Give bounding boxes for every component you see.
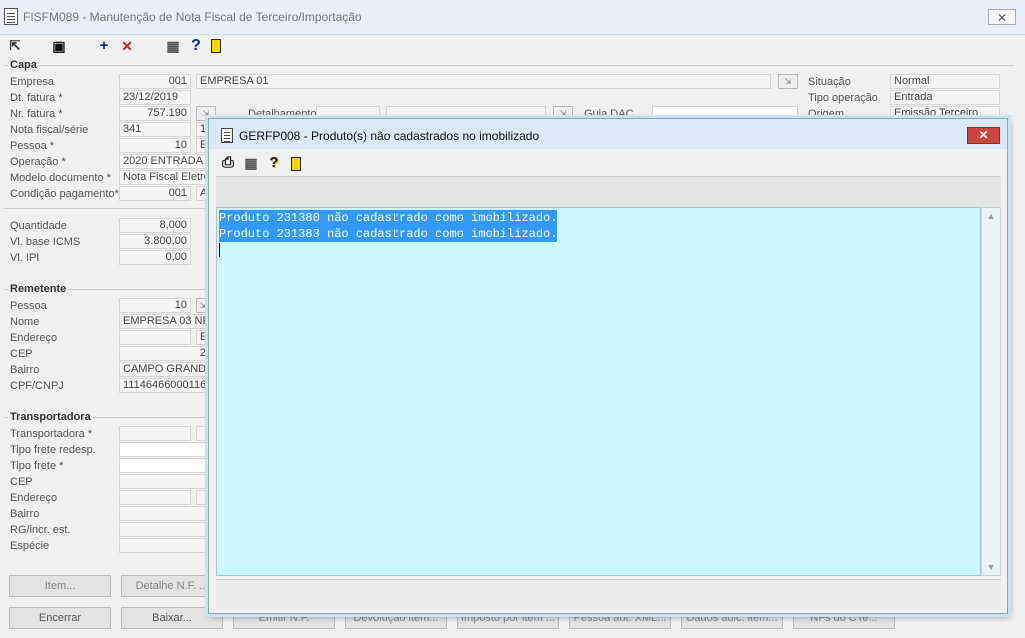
remetente-nome-field: EMPRESA 03 NFC xyxy=(119,314,210,329)
exit-icon[interactable]: ▯ xyxy=(291,157,301,171)
vl-base-icms-field: 3.800,00 xyxy=(119,234,191,249)
tipo-operacao-field: Entrada xyxy=(890,90,1000,105)
remetente-cep-label: CEP xyxy=(10,348,33,360)
empresa-label: Empresa xyxy=(10,76,55,88)
transportadora-label: Transportadora * xyxy=(10,428,93,440)
scroll-up-icon[interactable]: ▲ xyxy=(982,211,1000,221)
window-title: FISFM089 - Manutenção de Nota Fiscal de … xyxy=(23,10,362,24)
dialog-status-bar xyxy=(216,579,1001,609)
dialog-close-button[interactable]: ✕ xyxy=(967,127,1000,144)
main-title-bar: FISFM089 - Manutenção de Nota Fiscal de … xyxy=(0,0,1025,35)
situacao-label: Situação xyxy=(808,76,851,88)
delete-icon[interactable]: ✕ xyxy=(118,37,136,55)
empresa-code-field[interactable]: 001 xyxy=(119,74,191,89)
operacao-label: Operação * xyxy=(10,156,66,168)
transportadora-field[interactable] xyxy=(119,426,191,441)
nota-fiscal-field[interactable]: 341 xyxy=(119,122,191,137)
remetente-cpf-field: 11146466000116 xyxy=(119,378,210,393)
remetente-endereco-label: Endereço xyxy=(10,332,58,344)
scroll-down-icon[interactable]: ▼ xyxy=(982,562,1000,572)
remetente-pessoa-field[interactable]: 10 xyxy=(119,298,191,313)
document-icon xyxy=(221,128,233,143)
dialog-header-panel xyxy=(216,176,1001,207)
transportadora-title: Transportadora xyxy=(8,411,93,423)
empresa-lookup-button[interactable]: ⇲ xyxy=(778,74,798,89)
transp-cep-field xyxy=(119,474,210,489)
modelo-documento-label: Modelo documento * xyxy=(10,172,111,184)
nr-fatura-label: Nr. fatura * xyxy=(10,108,63,120)
item-button[interactable]: Item... xyxy=(9,575,111,597)
products-not-registered-dialog: GERFP008 - Produto(s) não cadastrados no… xyxy=(208,118,1008,614)
operacao-field[interactable]: 2020 ENTRADA N xyxy=(119,154,210,169)
save-icon[interactable]: ▣ xyxy=(50,37,68,55)
remetente-endereco-field xyxy=(119,330,191,345)
help-icon[interactable]: ? xyxy=(187,37,205,55)
transp-bairro-label: Bairro xyxy=(10,508,40,520)
message-line: Produto 231383 não cadastrado como imobi… xyxy=(219,226,558,242)
tipo-frete-field[interactable] xyxy=(119,458,210,473)
tipo-frete-redesp-label: Tipo frete redesp. xyxy=(10,444,96,456)
message-textarea[interactable]: Produto 231380 não cadastrado como imobi… xyxy=(216,207,981,576)
empresa-name-field[interactable]: EMPRESA 01 xyxy=(196,74,771,89)
open-icon[interactable]: ⇱ xyxy=(6,37,24,55)
remetente-pessoa-label: Pessoa xyxy=(10,300,47,312)
transp-endereco-label: Endereço xyxy=(10,492,58,504)
text-caret xyxy=(219,243,220,257)
dt-fatura-label: Dt. fatura * xyxy=(10,92,63,104)
main-toolbar: ⇱ ▣ + ✕ ▦ ? ▯ xyxy=(0,35,1025,57)
remetente-cep-field: 2 xyxy=(119,346,210,361)
help-icon[interactable]: ? xyxy=(265,154,283,172)
remetente-nome-label: Nome xyxy=(10,316,40,328)
dialog-title-bar: GERFP008 - Produto(s) não cadastrados no… xyxy=(209,119,1007,149)
tipo-frete-label: Tipo frete * xyxy=(10,460,64,472)
transp-bairro-field xyxy=(119,506,210,521)
tipo-frete-redesp-field[interactable] xyxy=(119,442,210,457)
remetente-cpf-label: CPF/CNPJ xyxy=(10,380,64,392)
condicao-pagamento-field[interactable]: 001 xyxy=(119,186,191,201)
vl-ipi-field: 0,00 xyxy=(119,250,191,265)
transp-especie-label: Espécie xyxy=(10,540,50,552)
dt-fatura-field[interactable]: 23/12/2019 xyxy=(119,90,191,105)
quantidade-label: Quantidade xyxy=(10,220,67,232)
transp-rg-field xyxy=(119,522,210,537)
calendar-icon[interactable]: ▦ xyxy=(242,154,260,172)
dialog-toolbar: ⎙ ▦ ? ▯ xyxy=(209,149,1007,176)
transp-rg-label: RG/incr. est. xyxy=(10,524,71,536)
print-icon[interactable]: ⎙ xyxy=(219,154,237,172)
message-scrollbar[interactable]: ▲ ▼ xyxy=(981,207,1001,576)
nota-fiscal-label: Nota fiscal/série xyxy=(10,124,89,136)
nr-fatura-field[interactable]: 757.190 xyxy=(119,106,191,121)
quantidade-field: 8,000 xyxy=(119,218,191,233)
remetente-title: Remetente xyxy=(8,283,69,295)
pessoa-label: Pessoa * xyxy=(10,140,55,152)
remetente-bairro-field: CAMPO GRANDE xyxy=(119,362,210,377)
window-close-button[interactable]: ⨯ xyxy=(988,9,1016,25)
totals-divider xyxy=(4,208,209,209)
vl-base-icms-label: Vl. base ICMS xyxy=(10,236,81,248)
capa-title: Capa xyxy=(8,59,39,71)
message-line: Produto 231380 não cadastrado como imobi… xyxy=(219,210,558,226)
document-icon xyxy=(4,8,18,25)
exit-icon[interactable]: ▯ xyxy=(211,39,221,53)
tipo-operacao-label: Tipo operação xyxy=(808,92,878,104)
capa-divider xyxy=(4,65,1014,66)
remetente-bairro-label: Bairro xyxy=(10,364,40,376)
transp-cep-label: CEP xyxy=(10,476,33,488)
transp-especie-field xyxy=(119,538,210,553)
transp-endereco-field xyxy=(119,490,191,505)
dialog-title: GERFP008 - Produto(s) não cadastrados no… xyxy=(239,129,540,143)
pessoa-field[interactable]: 10 xyxy=(119,138,191,153)
modelo-documento-field[interactable]: Nota Fiscal Eletrô xyxy=(119,170,210,185)
calendar-icon[interactable]: ▦ xyxy=(164,37,182,55)
add-icon[interactable]: + xyxy=(95,37,113,55)
vl-ipi-label: Vl. IPI xyxy=(10,252,40,264)
situacao-field: Normal xyxy=(890,74,1000,89)
encerrar-button[interactable]: Encerrar xyxy=(9,607,111,629)
condicao-pagamento-label: Condição pagamento* xyxy=(10,188,119,200)
